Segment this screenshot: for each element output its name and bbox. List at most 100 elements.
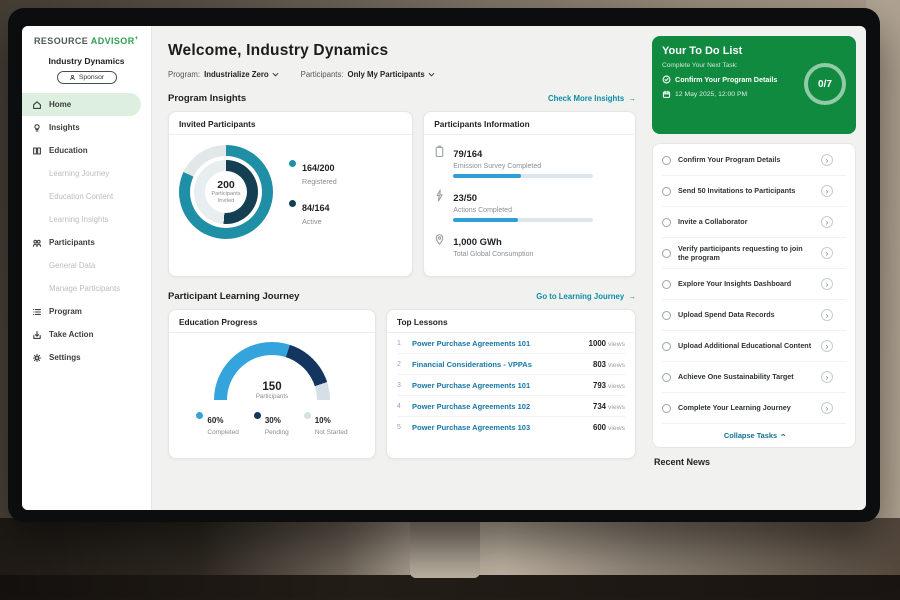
todo-panel: Your To Do List Complete Your Next Task:… [648, 26, 866, 510]
org-name: Industry Dynamics [22, 56, 151, 66]
lesson-link[interactable]: Power Purchase Agreements 102 [412, 402, 586, 411]
lightbulb-icon [32, 123, 42, 133]
chevron-right-icon[interactable]: › [821, 340, 833, 352]
consumption-stat: 1,000 GWh Total Global Consumption [434, 232, 625, 258]
legend-dot [196, 412, 203, 419]
list-icon [32, 307, 42, 317]
learning-cards-row: Education Progress 150 Participants [168, 309, 636, 459]
insights-cards-row: Invited Participants 200 Participants In… [168, 111, 636, 277]
map-pin-icon [434, 233, 445, 246]
actions-progress-bar [453, 218, 593, 222]
task-checkbox[interactable] [662, 404, 671, 413]
sidebar-item-general-data[interactable]: General Data [22, 254, 151, 277]
task-item[interactable]: Verify participants requesting to join t… [662, 238, 846, 269]
filters-row: Program: Industrialize Zero Participants… [168, 70, 636, 79]
sidebar-item-learning-journey[interactable]: Learning Journey [22, 162, 151, 185]
chevron-right-icon[interactable]: › [821, 185, 833, 197]
sidebar-item-home[interactable]: Home [22, 93, 141, 116]
person-icon [69, 74, 76, 81]
legend-dot [254, 412, 261, 419]
task-item[interactable]: Send 50 Invitations to Participants › [662, 176, 846, 207]
sidebar-item-manage-participants[interactable]: Manage Participants [22, 277, 151, 300]
lesson-row[interactable]: 3 Power Purchase Agreements 101 793views [397, 375, 625, 396]
lesson-row[interactable]: 5 Power Purchase Agreements 103 600views [397, 417, 625, 438]
chevron-right-icon[interactable]: › [821, 154, 833, 166]
check-more-insights-link[interactable]: Check More Insights→ [548, 94, 636, 103]
gauge-legend: 60% Completed 30% Pending 10% Not Starte… [196, 410, 347, 436]
lesson-row[interactable]: 1 Power Purchase Agreements 101 1000view… [397, 333, 625, 354]
monitor-stand [410, 520, 480, 578]
participants-information-card: Participants Information 79/164 Emission… [423, 111, 636, 277]
arrow-right-icon: → [628, 292, 636, 301]
sidebar-item-take-action[interactable]: Take Action [22, 323, 151, 346]
page-title: Welcome, Industry Dynamics [168, 42, 636, 60]
chevron-right-icon[interactable]: › [821, 402, 833, 414]
lesson-row[interactable]: 2 Financial Considerations - VPPAs 803vi… [397, 354, 625, 375]
actions-stat: 23/50 Actions Completed [434, 188, 625, 222]
gear-icon [32, 353, 42, 363]
legend-pending: 30% Pending [254, 410, 289, 436]
sidebar-item-education[interactable]: Education [22, 139, 151, 162]
monitor-bezel: RESOURCE ADVISOR+ Industry Dynamics Spon… [8, 8, 880, 522]
task-item[interactable]: Upload Spend Data Records › [662, 300, 846, 331]
home-icon [32, 100, 42, 110]
program-filter[interactable]: Program: Industrialize Zero [168, 70, 279, 79]
task-checkbox[interactable] [662, 311, 671, 320]
task-checkbox[interactable] [662, 249, 671, 258]
recent-news-title: Recent News [652, 457, 856, 467]
lesson-link[interactable]: Power Purchase Agreements 101 [412, 339, 582, 348]
todo-summary-card: Your To Do List Complete Your Next Task:… [652, 36, 856, 134]
chevron-right-icon[interactable]: › [821, 216, 833, 228]
sidebar-item-insights[interactable]: Insights [22, 116, 151, 139]
legend-dot [289, 200, 296, 207]
education-progress-card: Education Progress 150 Participants [168, 309, 376, 459]
chevron-right-icon[interactable]: › [821, 278, 833, 290]
lesson-link[interactable]: Power Purchase Agreements 103 [412, 423, 586, 432]
task-item[interactable]: Upload Additional Educational Content › [662, 331, 846, 362]
participants-filter[interactable]: Participants: Only My Participants [301, 70, 435, 79]
sidebar-item-program[interactable]: Program [22, 300, 151, 323]
chevron-down-icon [272, 72, 279, 77]
sidebar-item-settings[interactable]: Settings [22, 346, 151, 369]
sidebar-item-participants[interactable]: Participants [22, 231, 151, 254]
legend-active: 84/164 Active [289, 198, 337, 226]
task-checkbox[interactable] [662, 280, 671, 289]
todo-task-list: Confirm Your Program Details › Send 50 I… [652, 143, 856, 448]
task-checkbox[interactable] [662, 187, 671, 196]
chevron-up-icon: › [778, 434, 788, 437]
app-logo: RESOURCE ADVISOR+ [22, 36, 151, 46]
task-checkbox[interactable] [662, 373, 671, 382]
lightning-icon [434, 189, 445, 202]
task-checkbox[interactable] [662, 342, 671, 351]
task-item[interactable]: Confirm Your Program Details › [662, 145, 846, 176]
next-task: Confirm Your Program Details [662, 75, 794, 84]
sidebar-item-education-content[interactable]: Education Content [22, 185, 151, 208]
sponsor-badge[interactable]: Sponsor [57, 71, 117, 84]
calendar-icon [662, 90, 671, 99]
collapse-tasks-button[interactable]: Collapse Tasks› [662, 424, 846, 447]
chevron-right-icon[interactable]: › [821, 309, 833, 321]
task-item[interactable]: Invite a Collaborator › [662, 207, 846, 238]
task-item[interactable]: Explore Your Insights Dashboard › [662, 269, 846, 300]
go-to-learning-journey-link[interactable]: Go to Learning Journey→ [536, 292, 636, 301]
legend-dot [304, 412, 311, 419]
book-icon [32, 146, 42, 156]
learning-journey-header: Participant Learning Journey Go to Learn… [168, 291, 636, 302]
task-checkbox[interactable] [662, 156, 671, 165]
task-item[interactable]: Complete Your Learning Journey › [662, 393, 846, 424]
task-item[interactable]: Achieve One Sustainability Target › [662, 362, 846, 393]
task-checkbox[interactable] [662, 218, 671, 227]
todo-progress-ring: 0/7 [804, 63, 846, 105]
survey-icon [434, 145, 445, 158]
legend-not-started: 10% Not Started [304, 410, 348, 436]
dashboard-screen: RESOURCE ADVISOR+ Industry Dynamics Spon… [22, 26, 866, 510]
emission-survey-stat: 79/164 Emission Survey Completed [434, 144, 625, 178]
sidebar-item-learning-insights[interactable]: Learning Insights [22, 208, 151, 231]
invited-donut-chart: 200 Participants Invited [179, 145, 273, 239]
lesson-link[interactable]: Financial Considerations - VPPAs [412, 360, 586, 369]
lesson-link[interactable]: Power Purchase Agreements 101 [412, 381, 586, 390]
chevron-right-icon[interactable]: › [821, 371, 833, 383]
chevron-right-icon[interactable]: › [821, 247, 833, 259]
lesson-row[interactable]: 4 Power Purchase Agreements 102 734views [397, 396, 625, 417]
legend-registered: 164/200 Registered [289, 158, 337, 186]
